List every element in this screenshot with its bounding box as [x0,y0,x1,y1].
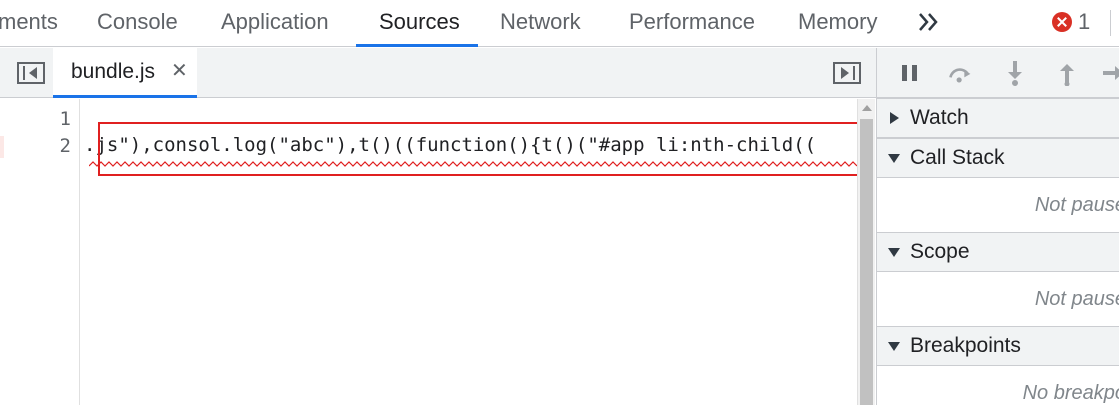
file-tab-bundle[interactable]: bundle.js ✕ [53,48,197,98]
step-icon[interactable] [1101,60,1119,86]
section-label: Scope [910,240,970,263]
call-stack-body: Not pause [877,178,1119,232]
active-tab-indicator [356,44,478,47]
scope-body: Not pause [877,272,1119,326]
tab-console[interactable]: Console [97,0,178,47]
error-count[interactable]: 1 [1078,0,1090,44]
tab-application[interactable]: Application [221,0,329,47]
error-line-marker [0,136,4,158]
file-tab-indicator [53,95,197,98]
tab-elements[interactable]: ments [0,0,58,47]
devtools-tab-bar: ments Console Application Sources Networ… [0,0,1119,47]
highlight-box [98,122,869,176]
file-tab-label: bundle.js [71,60,156,83]
scroll-up-icon[interactable] [862,105,872,111]
collapse-arrow-icon [888,342,900,351]
breakpoints-body: No breakpo [877,366,1119,405]
chevron-double-right-icon[interactable] [915,8,943,36]
toolbar-divider [1110,10,1111,36]
tab-network[interactable]: Network [500,0,581,47]
section-label: Call Stack [910,146,1005,169]
collapse-arrow-icon [888,154,900,163]
watch-section-header[interactable]: Watch [877,98,1119,138]
debugger-toolbar [877,48,1119,98]
pause-icon[interactable] [897,60,923,86]
tab-sources[interactable]: Sources [379,0,460,47]
section-label: Watch [910,106,969,129]
scrollbar-thumb[interactable] [860,119,873,405]
line-number[interactable]: 1 [60,108,71,130]
status-text: Not pause [1034,288,1119,310]
line-number-gutter: 1 2 [0,99,80,405]
toggle-debugger-icon[interactable] [833,62,861,84]
error-icon[interactable] [1052,12,1072,32]
breakpoints-section-header[interactable]: Breakpoints [877,326,1119,366]
scope-section-header[interactable]: Scope [877,232,1119,272]
collapse-arrow-icon [888,248,900,257]
tab-memory[interactable]: Memory [798,0,877,47]
toggle-navigator-icon[interactable] [17,62,45,84]
debugger-sidebar: Watch Call Stack Not pause Scope Not pau… [876,48,1119,405]
call-stack-section-header[interactable]: Call Stack [877,138,1119,178]
step-over-icon[interactable] [947,60,973,86]
tab-performance[interactable]: Performance [629,0,755,47]
step-out-icon[interactable] [1054,60,1080,86]
vertical-scrollbar[interactable] [857,99,875,405]
close-icon[interactable]: ✕ [171,48,188,94]
line-number[interactable]: 2 [60,135,71,157]
editor-toolbar: bundle.js ✕ [0,48,876,98]
status-text: No breakpo [1022,382,1119,404]
section-label: Breakpoints [910,334,1021,357]
step-into-icon[interactable] [1002,60,1028,86]
expand-arrow-icon [890,112,899,124]
status-text: Not pause [1034,194,1119,216]
